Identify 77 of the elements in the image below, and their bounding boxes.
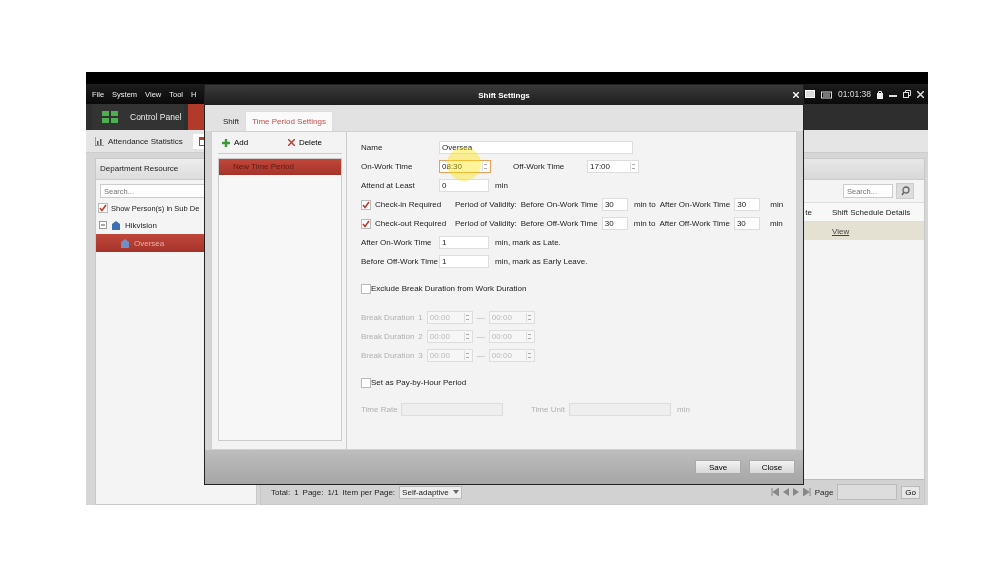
minutes-field[interactable]: 1 [439,255,489,268]
minutes-field[interactable]: 1 [439,236,489,249]
collapse-icon[interactable] [99,221,107,229]
checkbox[interactable] [361,283,371,294]
minutes-field[interactable]: 0 [439,179,489,192]
cross-icon [287,139,295,146]
grid-icon [102,111,118,123]
checkbox-label: Set as Pay-by-Hour Period [371,378,467,387]
range-dash: — [476,351,485,360]
bar-chart-icon [95,136,104,146]
column-header: Shift Schedule Details [832,207,912,217]
name-field[interactable]: Oversea [439,141,633,154]
pager-label: Item per Page: [342,487,396,497]
field-note: min, mark as Late. [495,238,561,247]
close-icon[interactable] [917,90,924,98]
pager-label: Page [814,487,834,497]
tab[interactable]: Time Period Settings [245,111,333,131]
toolbar-button[interactable]: Add [220,136,251,149]
field-label: Time Unit [531,405,566,414]
checkbox[interactable] [361,377,371,388]
nav-tab[interactable]: Control Panel [92,104,184,130]
tab[interactable]: Shift [217,112,245,131]
checkbox[interactable] [361,199,371,210]
checkbox[interactable] [361,218,371,229]
field-label: Name [361,143,384,152]
view-link[interactable]: View [832,226,924,236]
field-label: Before On-Work Time [520,200,598,209]
time-field[interactable]: 17:00 [587,160,639,173]
field-label: Off-Work Time [513,162,566,171]
checkbox[interactable] [98,203,108,213]
total-count: 1 [294,487,299,497]
field-label: After On-Work Time [659,200,731,209]
page-count: 1/1 [327,487,339,497]
minutes-field[interactable]: 30 [601,217,628,230]
page-field[interactable] [837,484,898,500]
clock: 01:01:38 [837,89,871,99]
column-header: te [805,207,813,217]
dialog-button[interactable]: Save [695,460,741,474]
field-label: Period of Validity: [455,219,517,228]
keyboard-icon[interactable] [820,89,832,99]
break-number: 1 [418,313,423,322]
minutes-field[interactable]: 30 [734,198,761,211]
tree-item[interactable]: Hikvision [96,216,256,234]
field-note: min, mark as Early Leave. [495,257,588,266]
monitor-icon[interactable] [804,89,815,99]
per-page-dropdown[interactable]: Self-adaptive [399,485,462,499]
unit-label: min to [633,200,656,209]
checkbox-label: Exclude Break Duration from Work Duration [371,284,527,293]
checkbox-label: Check-out Required [375,219,448,228]
dialog-title: Shift Settings [478,90,530,100]
minutes-field[interactable]: 30 [733,217,760,230]
search-button[interactable] [896,183,914,199]
checkbox-label: Check-in Required [375,200,443,209]
pager-label: Total: [271,487,291,497]
go-button[interactable]: Go [901,485,920,499]
minutes-field[interactable]: 30 [601,198,628,211]
field-label: Period of Validity: [455,200,517,209]
search-icon [900,186,910,196]
range-dash: — [476,332,485,341]
caret-icon [452,490,459,494]
unit-label: min [770,200,784,209]
range-dash: — [476,313,485,322]
field-label: Before Off-Work Time [361,257,439,266]
unit-label: min [495,181,508,190]
field-label: Before Off-Work Time [520,219,598,228]
unit-label: min [769,219,783,228]
field-label: After Off-Work Time [659,219,730,228]
toolbar-button[interactable]: Delete [285,136,324,149]
dialog-button[interactable]: Close [749,460,795,474]
restore-icon[interactable] [903,90,911,98]
lock-icon[interactable] [877,89,883,99]
plus-icon [222,138,230,147]
field-label: On-Work Time [361,162,414,171]
unit-label: min to [633,219,656,228]
field-label: Attend at Least [361,181,416,190]
field-label: After On-Work Time [361,238,433,247]
pager-label: Page: [302,487,324,497]
